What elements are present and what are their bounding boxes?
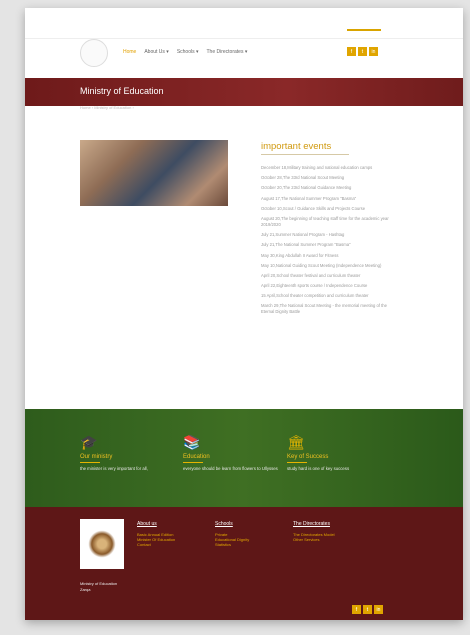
footer-link[interactable]: Contact [137,542,175,547]
feature-text: everyone should be learn from flowers to… [183,466,278,471]
feature-rule [287,462,307,463]
event-item[interactable]: July 21,The National Summer Program "Bas… [261,242,391,248]
page-title-banner: Ministry of Education [25,78,463,106]
events-heading: important events [261,141,332,152]
footer-social: f t in [352,605,383,614]
feature-education: 📚 Education everyone should be learn fro… [183,434,283,472]
footer-col-title[interactable]: About us [137,521,175,527]
event-item[interactable]: October 28,The 33rd National Scout Meeti… [261,175,391,181]
event-item[interactable]: October 20,The 23rd National Guidance Me… [261,185,391,191]
header-accent-bar [347,29,381,31]
event-item[interactable]: August 20,The beginning of teaching staf… [261,216,391,228]
ministry-logo[interactable] [80,39,108,67]
breadcrumb[interactable]: Home › Ministry of Education › [80,105,134,110]
feature-title: Education [183,454,210,460]
footer-col-schools: Schools Private Educational Dignity Stat… [215,521,249,547]
feature-title: Our ministry [80,454,113,460]
feature-rule [80,462,100,463]
nav-directorates[interactable]: The Directorates ▾ [207,49,248,55]
event-item[interactable]: May 30,King Abdullah II Award for Fitnes… [261,253,391,259]
footer-col-about: About us Basic Annual Edition Minister O… [137,521,175,547]
main-nav: Home About Us ▾ Schools ▾ The Directorat… [123,49,247,55]
event-item[interactable]: March 29,The National Scout Meeting - th… [261,303,391,315]
footer-seal-logo [80,519,124,569]
twitter-icon[interactable]: t [363,605,372,614]
footer-col-directorates: The Directorates The Directorates Model … [293,521,335,542]
event-item[interactable]: April 20,School theater festival and cur… [261,273,391,279]
page-frame: Home About Us ▾ Schools ▾ The Directorat… [25,8,463,620]
footer-link[interactable]: Statistics [215,542,249,547]
event-item[interactable]: April 22,Eighteenth sports course / Inde… [261,283,391,289]
nav-home[interactable]: Home [123,49,136,55]
facebook-icon[interactable]: f [347,47,356,56]
events-heading-rule [261,154,349,155]
feature-ministry: 🎓 Our ministry the minister is very impo… [80,434,180,472]
books-icon: 📚 [183,434,201,450]
twitter-icon[interactable]: t [358,47,367,56]
feature-success: 🏛 Key of Success study hard is one of ke… [287,434,387,472]
event-item[interactable]: August 17,The National Summer Program "B… [261,196,391,202]
page-title: Ministry of Education [80,86,164,96]
feature-text: the minister is very important for all, [80,466,148,471]
nav-schools[interactable]: Schools ▾ [177,49,199,55]
event-item[interactable]: December 18,Military training and nation… [261,165,391,171]
nav-about-us[interactable]: About Us ▾ [144,49,168,55]
classroom-photo [80,140,228,206]
feature-title: Key of Success [287,454,329,460]
event-item[interactable]: 15 April,School theater competition and … [261,293,391,299]
footer-link[interactable]: Other Services [293,537,335,542]
events-list: December 18,Military training and nation… [261,165,391,320]
event-item[interactable]: July 21,Summer National Program - Hashta… [261,232,391,238]
features-band: 🎓 Our ministry the minister is very impo… [25,409,463,507]
footer-col-title[interactable]: The Directorates [293,521,335,527]
school-building-icon: 🏛 [287,434,305,450]
event-item[interactable]: October 10,Scout / Guidance Skills and P… [261,206,391,212]
linkedin-icon[interactable]: in [369,47,378,56]
footer-col-title[interactable]: Schools [215,521,249,527]
site-footer: Ministry of Education Zarqa About us Bas… [25,507,463,620]
facebook-icon[interactable]: f [352,605,361,614]
header-social: f t in [347,47,378,56]
linkedin-icon[interactable]: in [374,605,383,614]
footer-org: Ministry of Education Zarqa [80,581,117,593]
footer-org-sub: Zarqa [80,587,91,592]
event-item[interactable]: May 10,National Guiding Scout Meeting (I… [261,263,391,269]
feature-rule [183,462,203,463]
graduation-cap-icon: 🎓 [80,434,98,450]
seal-emblem [87,527,117,561]
feature-text: study hard is one of key success [287,466,350,471]
